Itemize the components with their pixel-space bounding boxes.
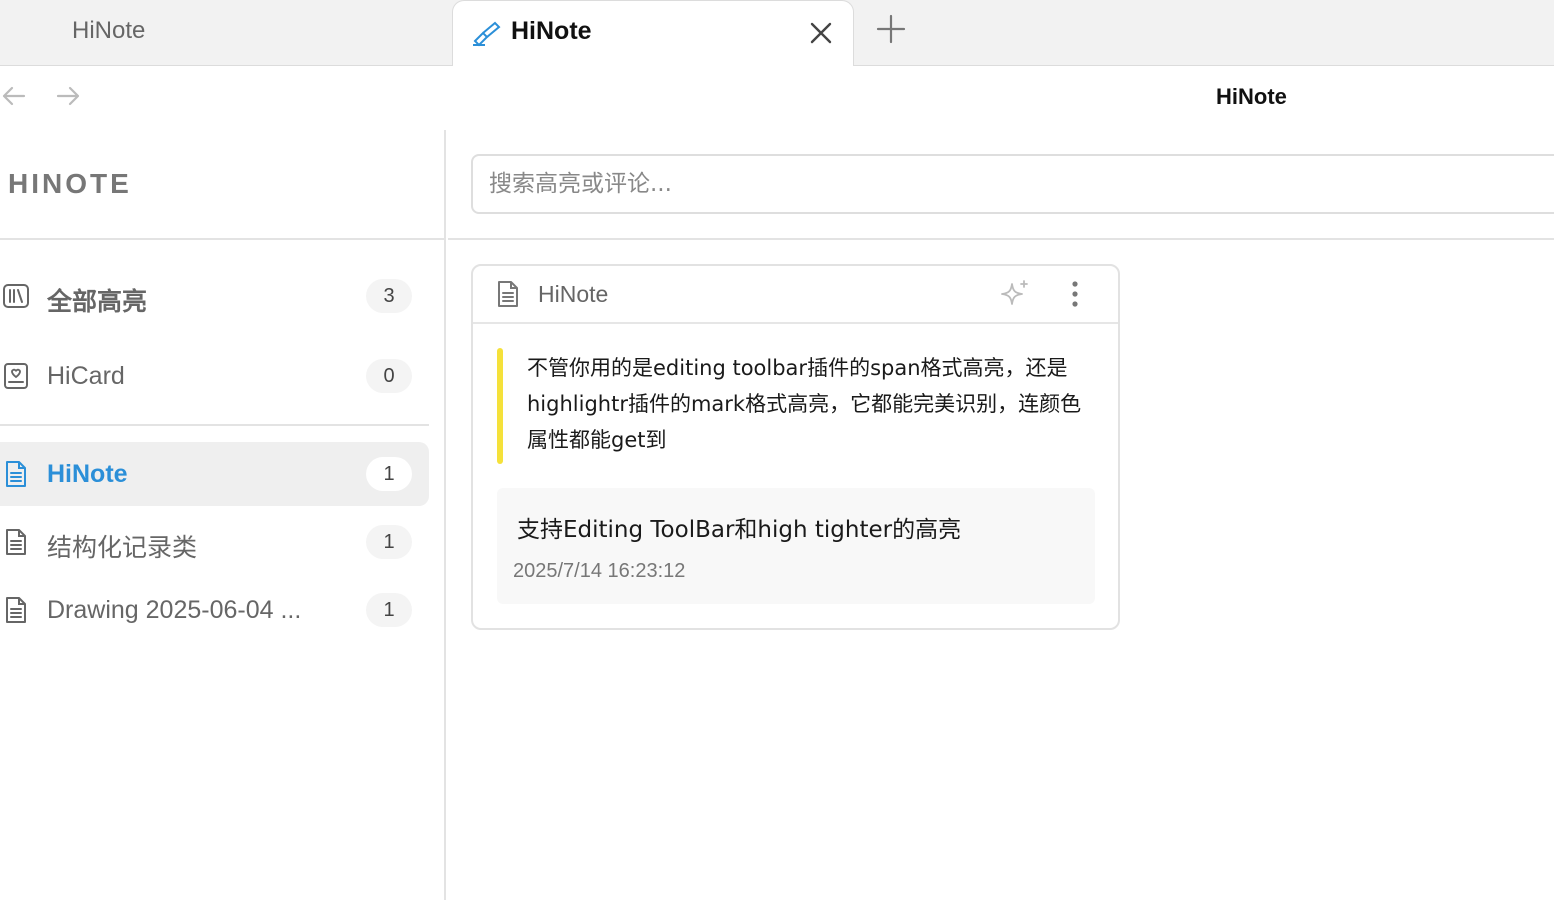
sidebar-item-hinote[interactable]: HiNote 1 bbox=[0, 442, 429, 506]
count-badge: 1 bbox=[366, 457, 412, 491]
main-panel: HiNote 不管你用的是editing toolbar插件的span格式高亮，… bbox=[448, 130, 1554, 900]
sidebar-item-structured-notes[interactable]: 结构化记录类 1 bbox=[0, 510, 429, 574]
highlight-card: HiNote 不管你用的是editing toolbar插件的span格式高亮，… bbox=[471, 264, 1120, 630]
file-text-icon bbox=[2, 460, 30, 488]
file-text-icon bbox=[2, 596, 30, 624]
highlight-text[interactable]: 不管你用的是editing toolbar插件的span格式高亮，还是highl… bbox=[527, 350, 1087, 458]
sidebar-heading: HINOTE bbox=[8, 168, 132, 199]
divider bbox=[0, 238, 446, 240]
view-title: HiNote bbox=[1216, 84, 1287, 109]
library-icon bbox=[2, 282, 30, 310]
comment-timestamp: 2025/7/14 16:23:12 bbox=[513, 560, 686, 582]
sidebar-item-drawing[interactable]: Drawing 2025-06-04 ... 1 bbox=[0, 578, 429, 642]
more-vertical-icon[interactable] bbox=[1061, 278, 1089, 310]
divider bbox=[0, 424, 429, 426]
count-badge: 0 bbox=[366, 359, 412, 393]
plus-icon bbox=[876, 14, 906, 44]
sparkles-icon[interactable] bbox=[999, 278, 1031, 310]
count-badge: 3 bbox=[366, 279, 412, 313]
tab-bar: HiNote HiNote bbox=[0, 0, 1554, 67]
sidebar-item-hicard[interactable]: HiCard 0 bbox=[0, 344, 429, 408]
card-file-name: HiNote bbox=[538, 281, 609, 307]
view-header: HiNote bbox=[0, 66, 1554, 130]
sidebar-item-label: 全部高亮 bbox=[47, 288, 148, 316]
sidebar-item-label: HiNote bbox=[47, 460, 128, 488]
highlight-color-bar bbox=[497, 348, 503, 464]
comment-text: 支持Editing ToolBar和high tighter的高亮 bbox=[517, 517, 962, 543]
tab-label: HiNote bbox=[511, 17, 592, 45]
file-text-icon bbox=[495, 280, 521, 308]
tab-label: HiNote bbox=[72, 17, 146, 44]
count-badge: 1 bbox=[366, 525, 412, 559]
sidebar-item-label: 结构化记录类 bbox=[47, 534, 198, 562]
arrow-right-icon[interactable] bbox=[54, 82, 82, 110]
search-row bbox=[448, 130, 1554, 240]
sidebar-item-label: Drawing 2025-06-04 ... bbox=[47, 596, 302, 624]
new-tab-button[interactable] bbox=[874, 12, 908, 46]
count-badge: 1 bbox=[366, 593, 412, 627]
close-icon[interactable] bbox=[807, 19, 835, 47]
sidebar-item-all-highlights[interactable]: 全部高亮 3 bbox=[0, 264, 429, 328]
arrow-left-icon[interactable] bbox=[0, 82, 28, 110]
tab-hinote-inactive[interactable]: HiNote bbox=[0, 0, 452, 66]
search-input[interactable] bbox=[471, 154, 1554, 214]
file-text-icon bbox=[2, 528, 30, 556]
sidebar-item-label: HiCard bbox=[47, 362, 125, 390]
card-icon bbox=[2, 362, 30, 390]
card-header[interactable]: HiNote bbox=[473, 266, 1118, 324]
highlighter-icon bbox=[471, 19, 501, 47]
sidebar: HINOTE 全部高亮 3 HiCard 0 HiNote 1 结构化记录类 1… bbox=[0, 130, 446, 900]
comment-box[interactable]: 支持Editing ToolBar和high tighter的高亮 2025/7… bbox=[497, 488, 1095, 604]
tab-hinote-active[interactable]: HiNote bbox=[452, 0, 854, 67]
